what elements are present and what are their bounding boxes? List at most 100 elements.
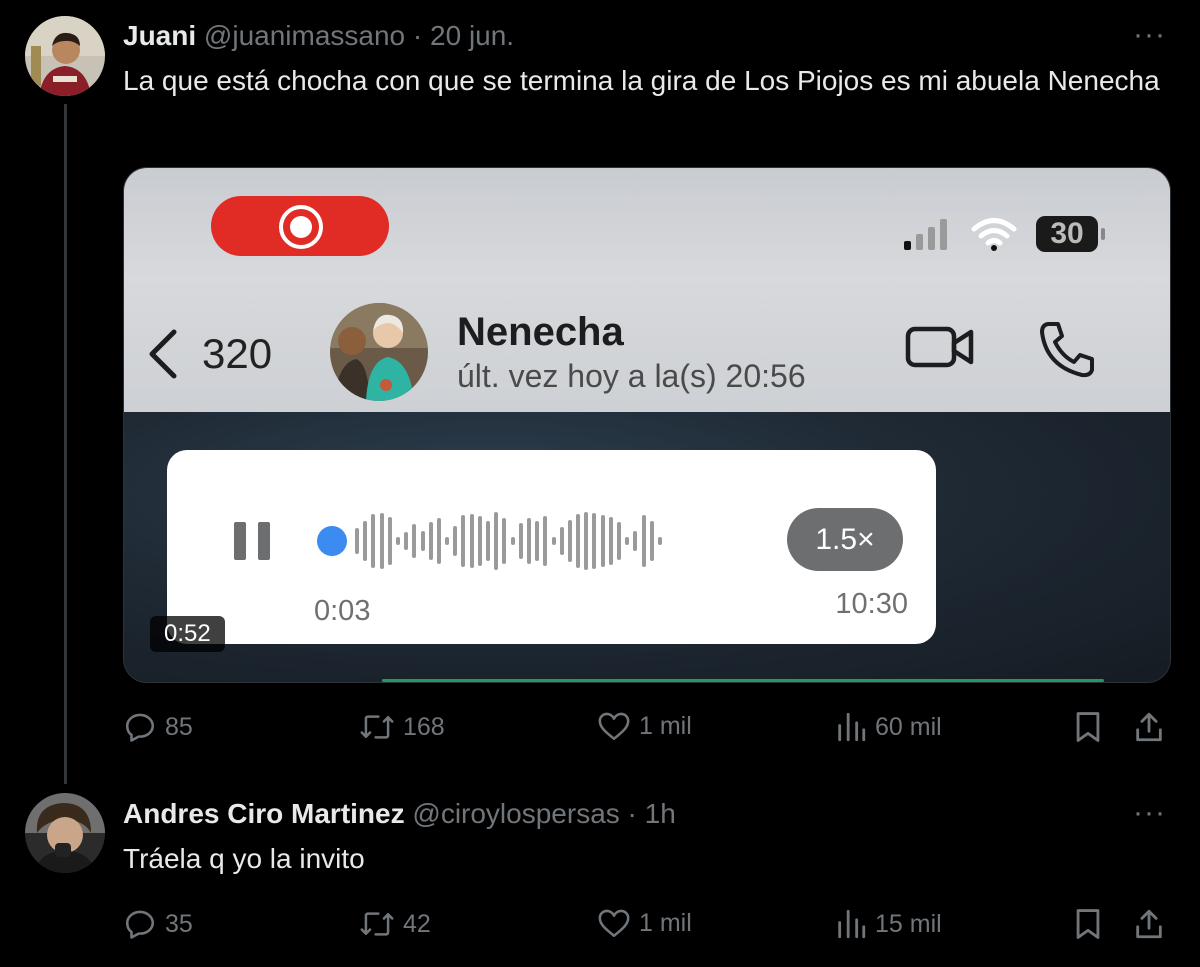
waveform-bar [486,521,490,561]
video-progress-bar [382,679,1104,682]
more-options-button[interactable]: ··· [1133,18,1166,52]
waveform-bar [649,521,654,561]
like-count: 1 mil [639,711,692,740]
reply-icon [125,910,155,939]
waveform-bar [461,515,466,567]
voice-note-bubble: 1.5× 0:03 10:30 [167,450,936,644]
playback-position-dot [317,526,347,556]
waveform-bar [404,532,409,550]
thread-connector-line [64,104,67,784]
repost-icon [360,912,394,936]
views-button[interactable]: 60 mil [835,710,942,744]
waveform-bar [526,518,531,564]
video-call-icon [905,326,974,368]
waveform-bar [387,517,392,565]
bookmark-icon [1076,909,1100,939]
waveform-bar [518,523,523,559]
waveform-bar [355,528,359,554]
avatar-juani-image [25,16,105,96]
more-options-button[interactable]: ··· [1133,796,1166,830]
like-icon [598,909,630,938]
waveform-bar [436,518,441,564]
waveform-bar [371,514,376,568]
author-handle[interactable]: @juanimassano [204,20,405,51]
playback-current-time: 0:03 [314,595,371,627]
like-icon [598,712,630,741]
views-count: 60 mil [875,712,942,741]
voice-waveform [317,508,666,574]
tweet-header: Andres Ciro Martinez @ciroylospersas · 1… [123,798,676,830]
like-button[interactable]: 1 mil [597,710,692,742]
like-button[interactable]: 1 mil [597,907,692,939]
waveform-bar [608,517,613,565]
waveform-bar [617,522,621,560]
waveform-bar [535,521,540,561]
unread-count: 320 [202,330,273,377]
reply-count: 85 [165,712,193,741]
contact-photo [330,303,428,401]
waveform-bar [543,516,548,566]
waveform-bar [551,537,556,545]
chat-back-button: 320 [146,328,272,380]
tweet-actions: 35 42 1 mil 15 mil [123,907,1169,947]
reply-button[interactable]: 35 [123,907,193,941]
waveform-bar [567,520,572,562]
pause-icon [234,522,270,560]
screen-recording-indicator [211,196,389,256]
like-count: 1 mil [639,908,692,937]
share-icon [1136,909,1162,939]
tweet-timestamp[interactable]: 20 jun. [430,20,514,51]
contact-name: Nenecha [457,310,624,354]
views-count: 15 mil [875,909,942,938]
bookmark-button[interactable] [1073,710,1103,744]
views-icon [838,909,866,939]
author-name[interactable]: Juani [123,20,196,51]
message-sent-time: 10:30 [835,588,908,620]
bookmark-button[interactable] [1073,907,1103,941]
waveform-bar [395,537,400,545]
avatar[interactable] [25,16,105,96]
tweet-timestamp[interactable]: 1h [645,798,676,829]
views-button[interactable]: 15 mil [835,907,942,941]
waveform-bar [576,514,581,568]
repost-button[interactable]: 168 [359,710,445,744]
chevron-left-icon [149,329,177,379]
signal-icon [904,219,947,250]
avatar[interactable] [25,793,105,873]
playback-speed-button: 1.5× [787,508,903,571]
author-name[interactable]: Andres Ciro Martinez [123,798,405,829]
video-player[interactable]: 30 320 Nenecha últ. vez hoy a la(s) 20:5… [123,167,1171,683]
waveform-bar [559,527,564,555]
share-button[interactable] [1133,710,1165,744]
battery-indicator: 30 [1036,216,1105,252]
repost-count: 42 [403,909,431,938]
tweet-text: Tráela q yo la invito [123,843,365,874]
waveform-bar [641,515,646,567]
views-icon [838,712,866,742]
waveform-bar [420,531,425,551]
waveform-bar [584,512,589,570]
contact-avatar [330,303,428,401]
waveform-bar [657,537,662,545]
reply-button[interactable]: 85 [123,710,193,744]
waveform-bar [445,537,450,545]
contact-last-seen: últ. vez hoy a la(s) 20:56 [457,358,806,394]
repost-button[interactable]: 42 [359,907,431,941]
waveform-bar [510,537,515,545]
phone-status-bar: 30 [902,216,1105,252]
waveform-bar [379,513,384,569]
reply-count: 35 [165,909,193,938]
bookmark-icon [1076,712,1100,742]
separator-dot: · [627,798,637,829]
share-button[interactable] [1133,907,1165,941]
waveform-bar [469,514,474,568]
avatar-ciro-image [25,793,105,873]
repost-icon [360,715,394,739]
waveform-bar [494,512,499,570]
waveform-bar [592,513,597,569]
waveform-bar [625,537,630,545]
author-handle[interactable]: @ciroylospersas [412,798,619,829]
tweet-actions: 85 168 1 mil 60 mil [123,710,1169,750]
phone-call-icon [1040,322,1094,378]
reply-icon [125,713,155,742]
